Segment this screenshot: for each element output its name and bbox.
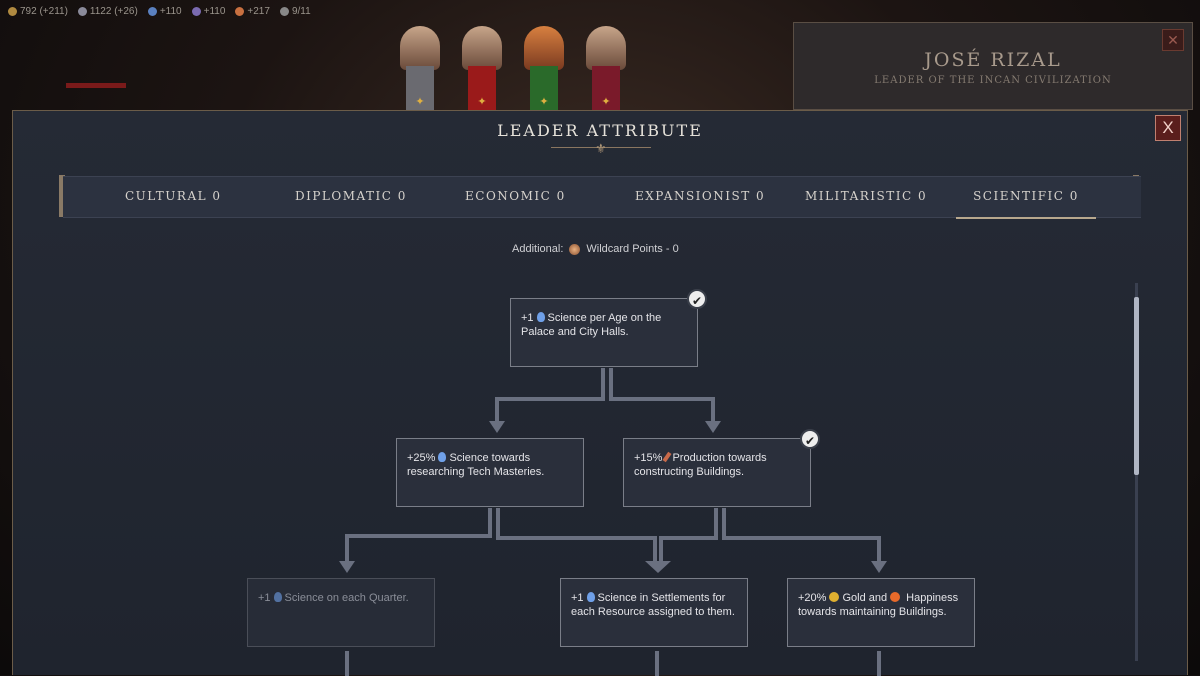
leader-portrait[interactable]: ✦ [400, 26, 440, 112]
arrow-n2 [489, 421, 505, 433]
leader-panel-close-icon[interactable]: ✕ [1162, 29, 1184, 51]
node-bonus-value: +1 [571, 592, 584, 604]
node-bonus-value: +1 [258, 592, 271, 604]
connector-n3-n5 [659, 508, 718, 563]
node-bonus-value: +1 [521, 312, 534, 324]
tree-node-production-buildings[interactable]: +15% Production towards constructing Buil… [623, 429, 820, 507]
science-icon [273, 592, 282, 602]
culture-icon [191, 6, 201, 16]
arrow-n5 [645, 561, 671, 573]
node-bonus-value: +25% [407, 452, 436, 464]
arrow-n3 [705, 421, 721, 433]
connector-n2-n4 [345, 508, 492, 563]
leader-face [524, 26, 564, 70]
influence-resource: 1122 (+26) [77, 6, 138, 17]
leader-portrait[interactable]: ✦ [586, 26, 626, 112]
health-bar [66, 83, 126, 88]
science-resource: +110 [147, 6, 182, 17]
leader-banner: ✦ [592, 66, 620, 112]
connector-n3-n6 [722, 508, 881, 563]
happiness-resource: +217 [235, 6, 270, 17]
gold-icon [829, 592, 840, 602]
culture-resource: +110 [191, 6, 225, 17]
science-icon [586, 592, 595, 602]
connector-n2-n5 [496, 508, 657, 563]
scrollbar-thumb[interactable] [1134, 297, 1139, 475]
arrow-n6 [871, 561, 887, 573]
tree-node-science-quarter[interactable]: +1 Science on each Quarter. [247, 578, 435, 647]
science-icon [536, 312, 545, 322]
tree-node-science-settlements[interactable]: +1 Science in Settlements for each Resour… [560, 578, 748, 647]
leader-title: LEADER OF THE INCAN CIVILIZATION [874, 75, 1112, 86]
node-description: Science on each Quarter. [284, 592, 409, 604]
happiness-icon [890, 592, 901, 602]
leader-attribute-modal: LEADER ATTRIBUTE ⚜ X CULTURAL 0 DIPLOMAT… [12, 110, 1188, 676]
leader-banner: ✦ [530, 66, 558, 112]
node-bonus-value: +20% [798, 592, 827, 604]
resource-bar: 792 (+211) 1122 (+26) +110 +110 +217 9/1… [0, 0, 368, 22]
node-description: Science in Settlements for each Resource… [571, 592, 735, 618]
connector-n1-n3 [609, 368, 715, 423]
leader-name: JOSÉ RIZAL [924, 49, 1062, 71]
happiness-icon [235, 6, 245, 16]
checkmark-icon: ✔ [800, 429, 820, 449]
tree-node-science-per-age[interactable]: +1 Science per Age on the Palace and City… [510, 289, 707, 367]
gold-resource: 792 (+211) [8, 6, 68, 17]
tree-node-gold-happiness[interactable]: +20% Gold and Happiness towards maintaini… [787, 578, 975, 647]
settlements-resource: 9/11 [279, 6, 311, 17]
checkmark-icon: ✔ [687, 289, 707, 309]
leader-banner: ✦ [406, 66, 434, 112]
tree-node-science-tech-masteries[interactable]: +25% Science towards researching Tech Mas… [396, 438, 584, 507]
node-bonus-value: +15% [634, 452, 663, 464]
leader-portrait[interactable]: ✦ [462, 26, 502, 112]
leader-banner: ✦ [468, 66, 496, 112]
leader-face [586, 26, 626, 70]
leader-portraits: ✦ ✦ ✦ ✦ [400, 26, 626, 112]
leader-face [462, 26, 502, 70]
leader-face [400, 26, 440, 70]
connector-n1-n2 [495, 368, 605, 423]
arrow-n4 [339, 561, 355, 573]
science-icon [438, 452, 447, 462]
city-icon [279, 6, 289, 16]
node-mid-text: Gold and [842, 592, 888, 604]
science-icon [147, 6, 157, 16]
production-icon [662, 451, 672, 463]
leader-info-panel: ✕ JOSÉ RIZAL LEADER OF THE INCAN CIVILIZ… [793, 22, 1193, 110]
influence-icon [77, 6, 87, 16]
leader-portrait[interactable]: ✦ [524, 26, 564, 112]
gold-icon [8, 6, 17, 16]
